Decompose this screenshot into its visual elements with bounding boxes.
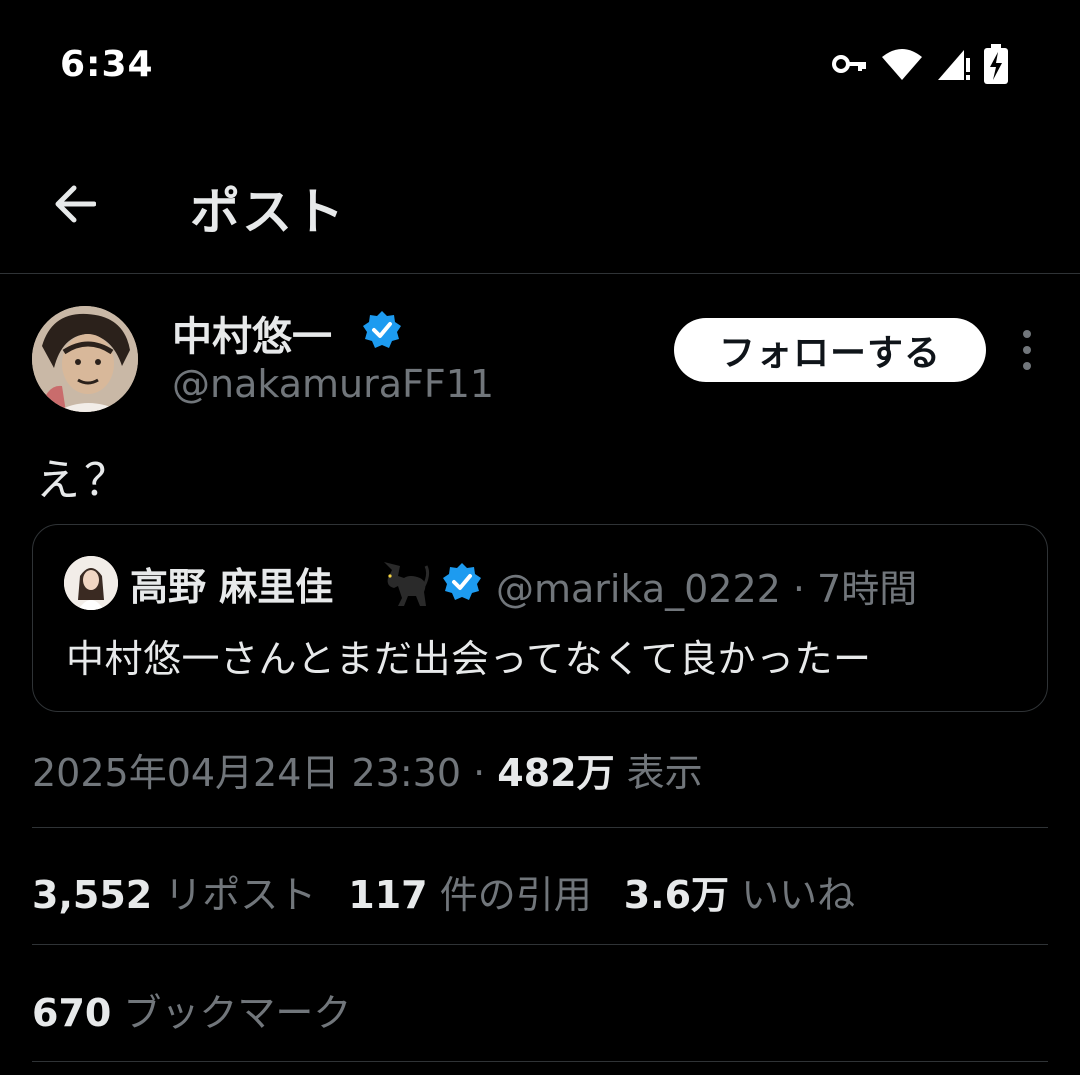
views-count: 482万: [497, 751, 615, 795]
reposts-stat[interactable]: 3,552 リポスト: [32, 864, 316, 919]
divider: [32, 944, 1048, 945]
back-button[interactable]: [40, 172, 108, 236]
author-avatar[interactable]: [32, 306, 138, 412]
quotes-label: 件の引用: [427, 873, 592, 917]
quote-verified-badge-icon: [443, 563, 481, 600]
reposts-count: 3,552: [32, 873, 153, 917]
divider: [32, 827, 1048, 828]
author-name[interactable]: 中村悠一: [172, 304, 332, 362]
vpn-key-icon: [832, 55, 866, 73]
bookmarks-label: ブックマーク: [111, 991, 352, 1035]
header-divider: [0, 273, 1080, 274]
post-datetime[interactable]: 2025年04月24日 23:30 ·: [32, 751, 497, 795]
page-title: ポスト: [190, 183, 346, 241]
bookmarks-count: 670: [32, 991, 112, 1035]
wifi-icon: [882, 49, 922, 80]
status-time: 6:34: [60, 44, 154, 85]
quotes-stat[interactable]: 117 件の引用: [348, 864, 591, 919]
verified-badge-icon: [363, 311, 401, 348]
quote-author-avatar: [64, 556, 118, 610]
post-text: え？: [36, 455, 132, 506]
engagement-stats: 3,552 リポスト 117 件の引用 3.6万 いいね: [32, 864, 855, 919]
bookmarks-stat: 670 ブックマーク: [32, 982, 351, 1037]
quote-author-handle: @marika_0222 · 7時間: [496, 567, 918, 611]
likes-stat[interactable]: 3.6万 いいね: [624, 864, 855, 919]
views-label: 表示: [614, 751, 703, 795]
battery-charging-icon: [984, 44, 1008, 84]
quotes-count: 117: [348, 873, 428, 917]
status-icons: [832, 44, 1008, 84]
reposts-label: リポスト: [152, 873, 317, 917]
quote-card[interactable]: [32, 524, 1048, 712]
post-timestamp-views: 2025年04月24日 23:30 · 482万 表示: [32, 742, 703, 797]
avatar-illustration: [32, 306, 138, 412]
likes-label: いいね: [729, 873, 856, 917]
signal-icon: [938, 50, 970, 80]
quote-text: 中村悠一さんとまだ出会ってなくて良かったー: [66, 637, 872, 681]
author-handle[interactable]: @nakamuraFF11: [172, 362, 494, 406]
black-cat-emoji-icon: [384, 562, 430, 606]
likes-count: 3.6万: [623, 873, 730, 917]
quote-author-name: 高野 麻里佳: [130, 565, 334, 609]
divider: [32, 1061, 1048, 1062]
follow-button[interactable]: フォローする: [674, 318, 986, 382]
arrow-left-icon: [55, 185, 96, 223]
more-options-icon[interactable]: [1010, 330, 1044, 370]
quote-avatar-illustration: [64, 556, 118, 610]
